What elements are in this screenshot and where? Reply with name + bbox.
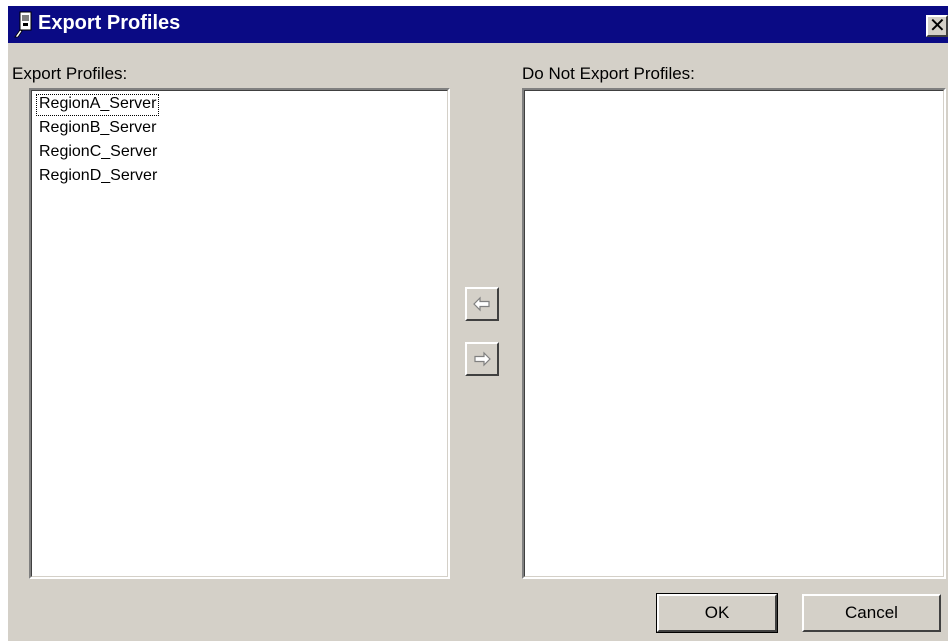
do-not-export-profiles-listbox[interactable] [522,88,946,579]
arrow-left-icon [473,296,490,312]
export-profiles-label: Export Profiles: [12,64,128,83]
close-icon: ✕ [929,13,946,37]
title-bar[interactable]: Export Profiles ✕ [8,6,948,43]
list-item-regionc-server[interactable]: RegionC_Server [36,142,160,164]
close-button[interactable]: ✕ [926,13,948,37]
cancel-button[interactable]: Cancel [802,594,941,632]
export-profiles-dialog: Export Profiles ✕ Export Profiles: Regio… [8,6,948,641]
list-item-regiond-server[interactable]: RegionD_Server [36,166,160,188]
ok-button[interactable]: OK [656,593,778,633]
app-icon [14,11,32,38]
move-left-button[interactable] [465,287,499,321]
list-item-regiona-server[interactable]: RegionA_Server [36,94,160,116]
do-not-export-profiles-listbox-frame [524,90,944,577]
arrow-right-icon [474,351,491,367]
export-profiles-listbox[interactable]: RegionA_Server RegionB_Server RegionC_Se… [29,88,450,579]
move-right-button[interactable] [465,342,499,376]
window-title: Export Profiles [38,12,181,34]
do-not-export-profiles-label: Do Not Export Profiles: [522,64,695,83]
list-item-regionb-server[interactable]: RegionB_Server [36,118,159,140]
